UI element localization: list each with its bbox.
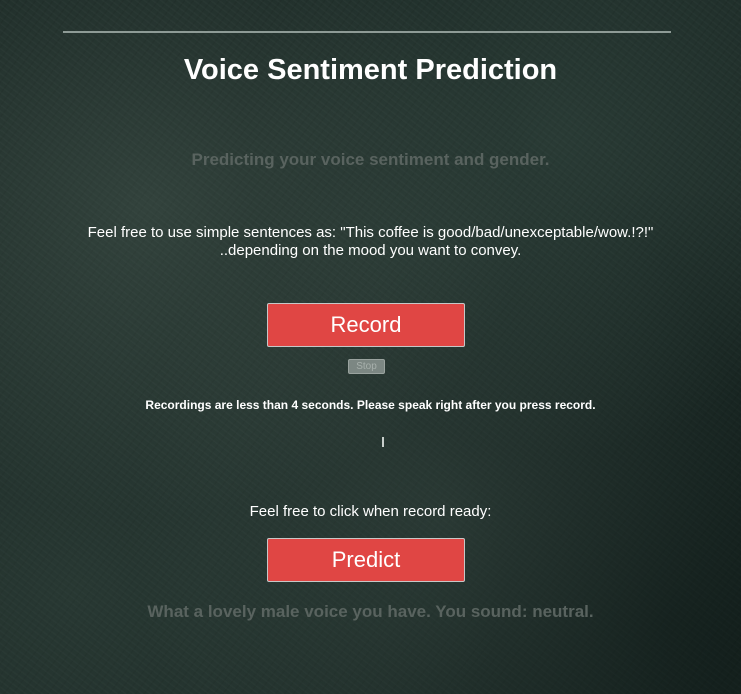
stop-button[interactable]: Stop bbox=[348, 359, 385, 374]
instructions-line-2: ..depending on the mood you want to conv… bbox=[219, 242, 522, 259]
page-title: Voice Sentiment Prediction bbox=[183, 54, 558, 86]
instructions: Feel free to use simple sentences as: "T… bbox=[0, 224, 741, 260]
prediction-result: What a lovely male voice you have. You s… bbox=[147, 602, 594, 621]
top-divider bbox=[63, 31, 671, 33]
instructions-line-1: Feel free to use simple sentences as: "T… bbox=[87, 224, 654, 241]
predict-prompt: Feel free to click when record ready: bbox=[249, 503, 492, 520]
subtitle: Predicting your voice sentiment and gend… bbox=[191, 150, 550, 169]
predict-button[interactable]: Predict bbox=[267, 538, 465, 582]
record-button[interactable]: Record bbox=[267, 303, 465, 347]
recording-note: Recordings are less than 4 seconds. Plea… bbox=[145, 398, 596, 412]
audio-player-marker bbox=[382, 437, 384, 447]
